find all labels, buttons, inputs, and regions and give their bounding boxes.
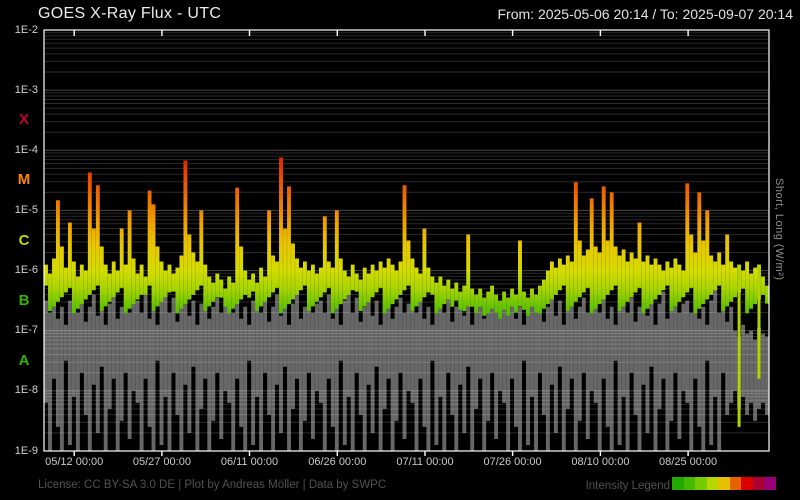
y-tick-label: 1E-5 [0,204,38,216]
x-tick-label: 05/12 00:00 [29,456,119,468]
y-tick-label: 1E-9 [0,445,38,457]
intensity-legend: Intensity Legend [560,477,776,495]
intensity-legend-label: Intensity Legend [560,480,670,492]
legend-swatch [753,477,765,490]
class-label-m: M [12,171,36,188]
x-tick-label: 07/26 00:00 [468,456,558,468]
y-tick-label: 1E-4 [0,144,38,156]
class-label-b: B [12,292,36,309]
legend-swatch [764,477,776,490]
flux-plot [0,0,800,500]
x-tick-label: 06/26 00:00 [292,456,382,468]
y-tick-label: 1E-6 [0,264,38,276]
goes-xray-flux-app: GOES X-Ray Flux - UTC From: 2025-05-06 2… [0,0,800,500]
y-tick-label: 1E-8 [0,384,38,396]
legend-swatch [707,477,719,490]
y-tick-label: 1E-7 [0,324,38,336]
class-label-c: C [12,232,36,249]
x-tick-label: 05/27 00:00 [117,456,207,468]
legend-swatch [718,477,730,490]
legend-swatch [730,477,742,490]
y-tick-label: 1E-3 [0,84,38,96]
legend-swatch [695,477,707,490]
y-axis-title: Short, Long (W/m²) [773,178,785,281]
intensity-legend-swatches [672,477,776,495]
x-tick-label: 08/10 00:00 [555,456,645,468]
legend-swatch [741,477,753,490]
legend-swatch [684,477,696,490]
x-tick-label: 07/11 00:00 [380,456,470,468]
y-tick-label: 1E-2 [0,24,38,36]
class-label-x: X [12,111,36,128]
legend-swatch [672,477,684,490]
x-tick-label: 06/11 00:00 [205,456,295,468]
license-credits: License: CC BY-SA 3.0 DE | Plot by Andre… [38,479,386,491]
x-tick-label: 08/25 00:00 [643,456,733,468]
class-label-a: A [12,352,36,369]
